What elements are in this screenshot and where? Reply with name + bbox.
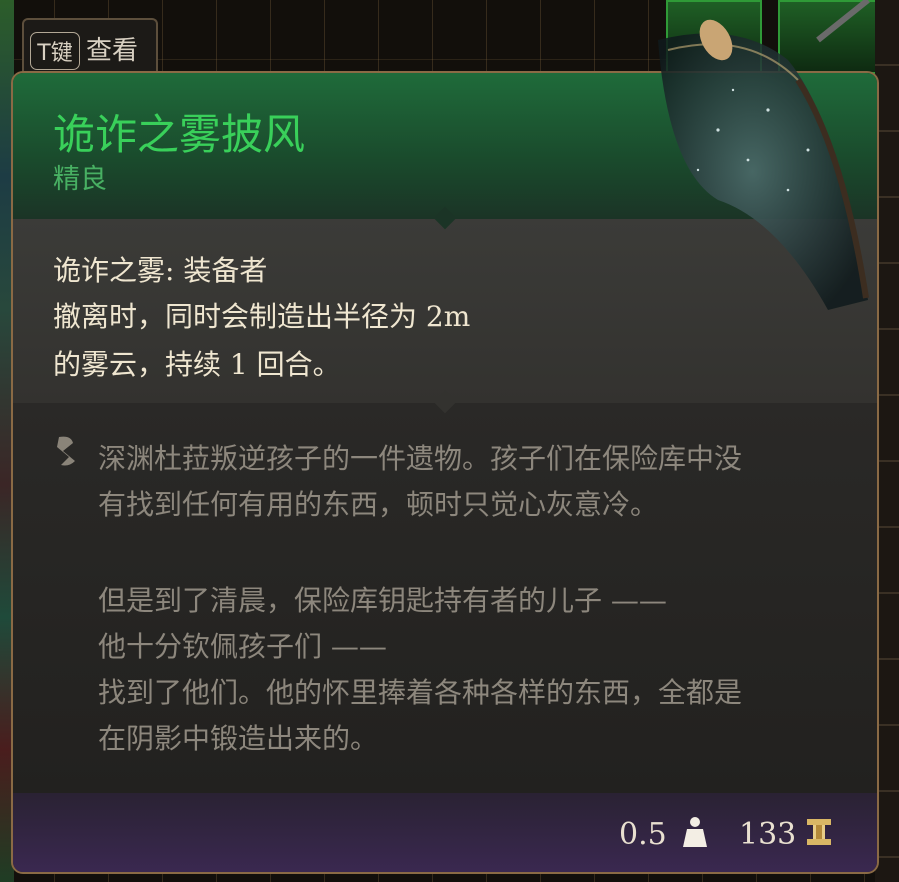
lore-line: 找到了他们。他的怀里捧着各种各样的东西，全都是 — [98, 676, 743, 709]
weight-icon — [683, 817, 707, 847]
lore-line: 他十分钦佩孩子们 —— — [98, 630, 387, 663]
item-lore-section: 深渊杜菈叛逆孩子的一件遗物。孩子们在保险库中没 有找到任何有用的东西，顿时只觉心… — [13, 390, 877, 793]
tooltip-header: 诡诈之雾披风 精良 — [13, 73, 877, 219]
lore-line: 深渊杜菈叛逆孩子的一件遗物。孩子们在保险库中没 — [98, 442, 743, 475]
inventory-slot[interactable] — [778, 0, 878, 74]
effect-line: 的雾云，持续 1 回合。 — [53, 348, 341, 381]
effect-line: 诡诈之雾: 装备者 — [53, 254, 268, 287]
item-weight: 0.5 — [619, 817, 667, 852]
item-tooltip: 诡诈之雾披风 精良 诡诈之雾: 装备者 撤离时，同时会制造出半径为 2m 的雾云… — [11, 71, 879, 874]
item-price: 133 — [739, 817, 797, 852]
item-rarity: 精良 — [53, 164, 107, 195]
keybind-key: T键 — [30, 32, 80, 70]
tooltip-footer: 0.5 133 — [13, 793, 877, 872]
lore-line: 在阴影中锻造出来的。 — [98, 722, 379, 755]
item-name: 诡诈之雾披风 — [53, 110, 306, 159]
item-effect-section: 诡诈之雾: 装备者 撤离时，同时会制造出半径为 2m 的雾云，持续 1 回合。 — [13, 206, 877, 403]
effect-line: 撤离时，同时会制造出半径为 2m — [53, 300, 471, 333]
examine-hint[interactable]: T键 查看 — [22, 18, 158, 76]
lore-line: 有找到任何有用的东西，顿时只觉心灰意冷。 — [98, 488, 659, 521]
scroll-quill-icon — [57, 436, 75, 466]
lore-line: 但是到了清晨，保险库钥匙持有者的儿子 —— — [98, 584, 667, 617]
gold-coin-icon — [807, 819, 831, 845]
examine-label: 查看 — [86, 36, 139, 66]
inventory-slot[interactable] — [666, 0, 762, 74]
